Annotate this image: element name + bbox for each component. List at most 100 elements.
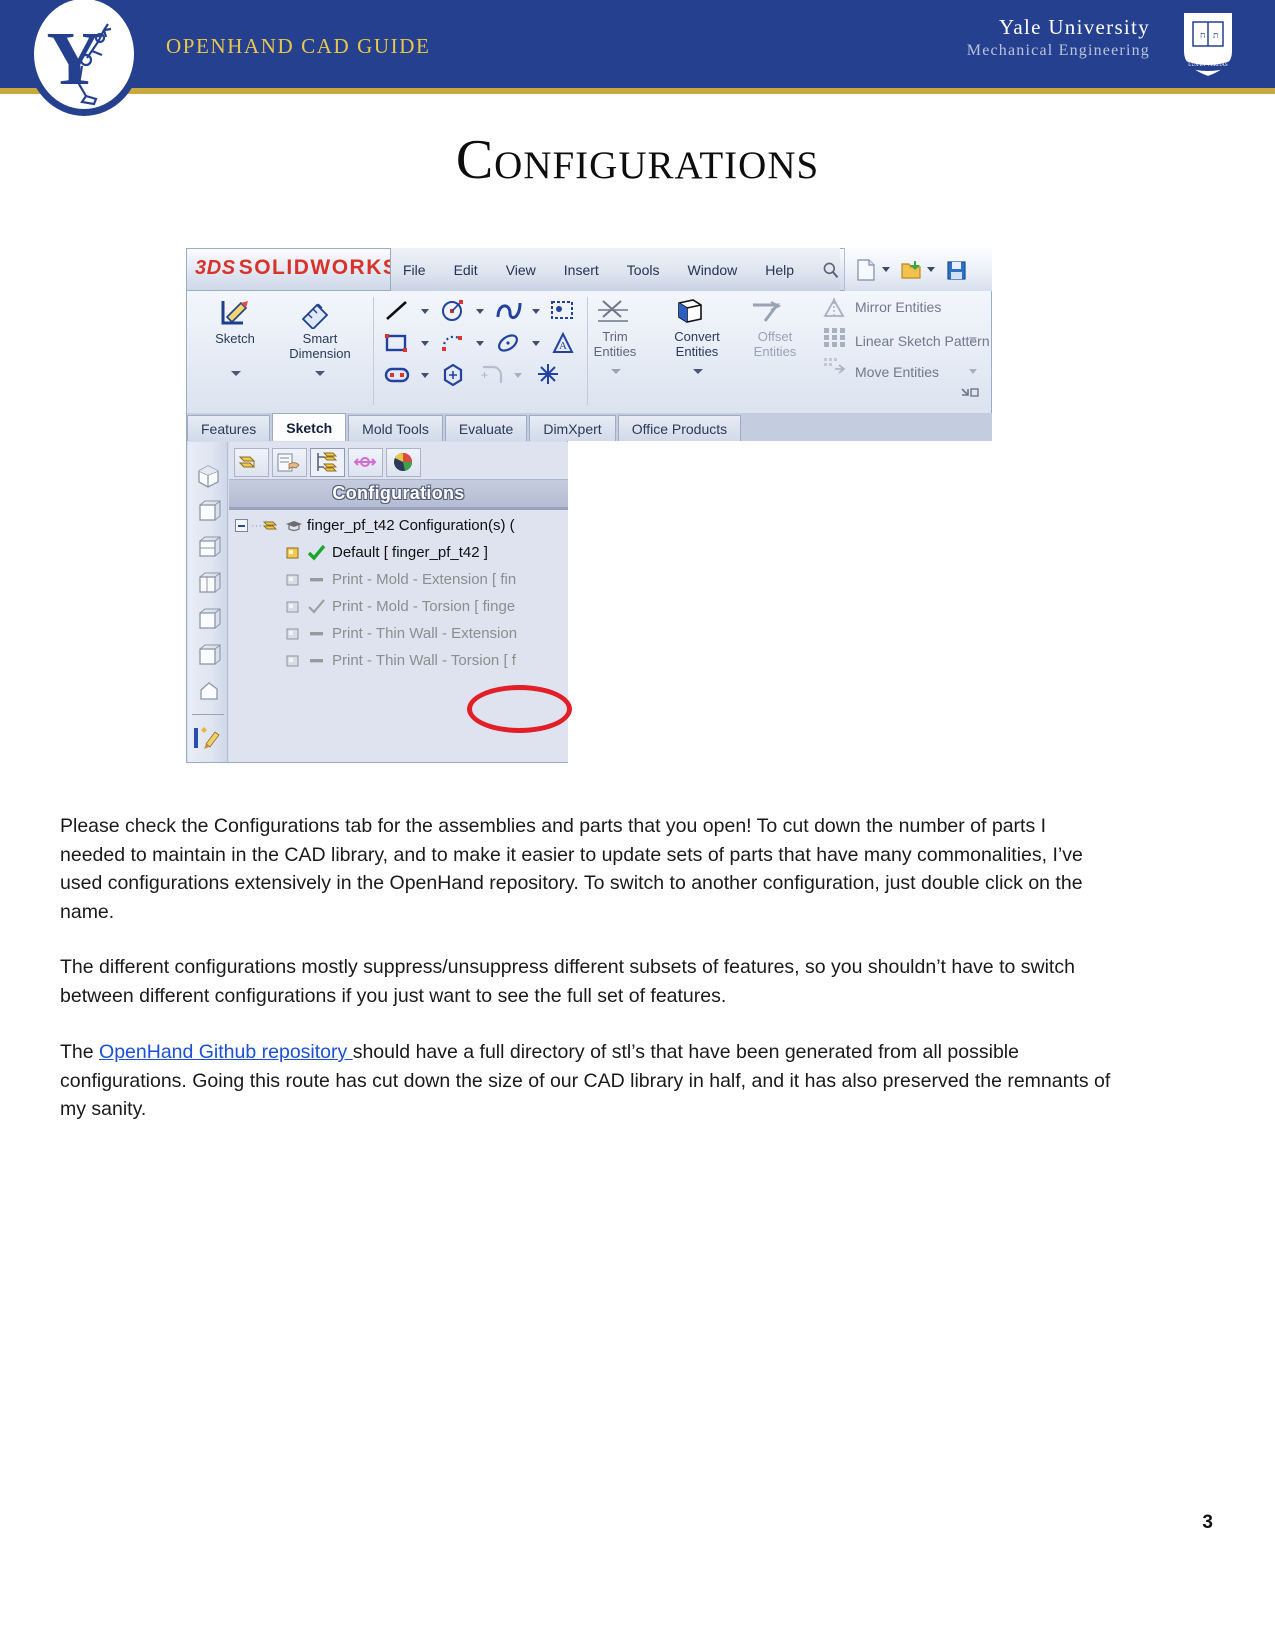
expand-ribbon-icon[interactable] (959, 386, 981, 406)
tab-features[interactable]: Features (187, 415, 271, 441)
openhand-github-link[interactable]: OpenHand Github repository (99, 1041, 353, 1063)
feature-manager-tab-icon[interactable] (234, 447, 269, 477)
property-manager-tab-icon[interactable] (272, 447, 307, 477)
rectangle-tool-dropdown-icon[interactable] (421, 341, 429, 346)
fillet-tool-icon[interactable]: + (477, 363, 507, 387)
display-manager-tab-icon[interactable] (386, 447, 421, 477)
spline-tool-icon[interactable] (494, 297, 524, 323)
rectangle-tool-icon[interactable] (383, 331, 411, 357)
new-document-dropdown-icon[interactable] (882, 267, 890, 272)
menu-item-edit[interactable]: Edit (454, 262, 478, 278)
trim-entities-button-label[interactable]: Trim Entities (579, 329, 651, 359)
right-view-icon[interactable] (195, 570, 222, 597)
configuration-manager-tab-icon[interactable] (310, 447, 345, 477)
smart-dimension-icon[interactable] (297, 297, 333, 329)
active-check-icon (307, 544, 326, 561)
view-orientation-toolbar[interactable] (188, 442, 228, 762)
convert-entities-icon[interactable] (671, 297, 707, 327)
smart-dimension-dropdown-icon[interactable] (315, 371, 325, 376)
move-entities-dropdown-icon[interactable] (969, 369, 977, 374)
solidworks-ribbon: Sketch Smart Dimension A + Trim Entities… (186, 291, 992, 413)
tree-item-label: Print - Thin Wall - Torsion [ f (332, 652, 516, 669)
tab-sketch[interactable]: Sketch (272, 413, 347, 441)
bottom-view-icon[interactable] (195, 642, 222, 669)
slot-tool-icon[interactable] (383, 363, 413, 387)
ellipse-tool-dropdown-icon[interactable] (532, 341, 540, 346)
tree-item-print-mold-torsion[interactable]: Print - Mold - Torsion [ finge (229, 593, 568, 620)
polygon-tool-icon[interactable] (439, 361, 467, 389)
linear-sketch-pattern-icon[interactable] (821, 325, 847, 349)
edit-sketch-icon[interactable] (192, 724, 222, 752)
tab-dimxpert[interactable]: DimXpert (529, 415, 616, 441)
paragraph-intro: Please check the Configurations tab for … (60, 815, 1083, 923)
arc-tool-dropdown-icon[interactable] (476, 341, 484, 346)
mirror-entities-icon[interactable] (821, 297, 847, 319)
save-icon[interactable] (945, 258, 967, 282)
paragraph-repository-pre: The (60, 1041, 100, 1063)
trim-entities-icon[interactable] (595, 297, 631, 327)
text-tool-icon[interactable]: A (549, 329, 577, 357)
tab-office-products[interactable]: Office Products (617, 415, 742, 441)
offset-entities-button-label[interactable]: Offset Entities (735, 329, 815, 359)
open-folder-dropdown-icon[interactable] (927, 267, 935, 272)
sketch-icon[interactable] (217, 297, 253, 329)
university-name: Yale University (999, 15, 1150, 39)
search-icon[interactable] (822, 259, 840, 281)
fillet-tool-dropdown-icon[interactable] (514, 373, 522, 378)
open-folder-icon[interactable] (900, 258, 922, 282)
isometric-view-icon[interactable] (195, 462, 222, 489)
offset-entities-icon[interactable] (747, 299, 787, 329)
dimxpert-manager-tab-icon[interactable] (348, 447, 383, 477)
sketch-picture-icon[interactable] (549, 298, 575, 322)
page-number: 3 (1202, 1512, 1213, 1533)
tab-mold-tools[interactable]: Mold Tools (348, 415, 443, 441)
convert-entities-button-label[interactable]: Convert Entities (657, 329, 737, 359)
menu-item-view[interactable]: View (506, 262, 536, 278)
slot-tool-dropdown-icon[interactable] (421, 373, 429, 378)
menu-item-help[interactable]: Help (765, 262, 794, 278)
collapse-icon[interactable] (235, 519, 248, 532)
solidworks-menu-bar[interactable]: File Edit View Insert Tools Window Help (390, 248, 840, 291)
new-document-icon[interactable] (855, 258, 877, 282)
sketch-dropdown-icon[interactable] (231, 371, 241, 376)
tree-item-label: Print - Thin Wall - Extension (332, 625, 518, 642)
mirror-entities-label[interactable]: Mirror Entities (855, 299, 941, 315)
page-title: Configurations (455, 129, 820, 191)
spline-tool-dropdown-icon[interactable] (532, 309, 540, 314)
menu-item-window[interactable]: Window (687, 262, 737, 278)
tree-item-print-thin-wall-torsion[interactable]: Print - Thin Wall - Torsion [ f (229, 647, 568, 674)
left-view-icon[interactable] (195, 534, 222, 561)
move-entities-icon[interactable] (821, 355, 847, 379)
line-tool-dropdown-icon[interactable] (421, 309, 429, 314)
configuration-item-icon (286, 547, 299, 558)
ellipse-tool-icon[interactable] (494, 329, 522, 357)
solidworks-command-tabs[interactable]: Features Sketch Mold Tools Evaluate DimX… (186, 413, 992, 441)
menu-item-insert[interactable]: Insert (564, 262, 599, 278)
convert-entities-line2: Entities (675, 344, 719, 359)
sketch-button-label[interactable]: Sketch (197, 331, 273, 346)
tree-item-print-thin-wall-extension[interactable]: Print - Thin Wall - Extension (229, 620, 568, 647)
line-tool-icon[interactable] (383, 299, 411, 323)
department-name: Mechanical Engineering (966, 42, 1150, 59)
tree-item-default[interactable]: Default [ finger_pf_t42 ] (229, 539, 568, 566)
quick-access-toolbar[interactable] (844, 248, 992, 291)
top-view-icon[interactable] (195, 606, 222, 633)
linear-sketch-pattern-dropdown-icon[interactable] (969, 337, 977, 342)
trim-entities-dropdown-icon[interactable] (611, 369, 621, 374)
move-entities-label[interactable]: Move Entities (855, 364, 939, 380)
point-tool-icon[interactable] (535, 361, 561, 387)
convert-entities-dropdown-icon[interactable] (693, 369, 703, 374)
tree-root-row[interactable]: ··· finger_pf_t42 Configuration(s) ( (229, 512, 568, 539)
normal-to-view-icon[interactable] (195, 678, 222, 705)
circle-tool-icon[interactable] (439, 297, 467, 323)
menu-item-file[interactable]: File (403, 262, 426, 278)
circle-tool-dropdown-icon[interactable] (476, 309, 484, 314)
header-institution: Yale University Mechanical Engineering (967, 14, 1150, 62)
feature-manager-tabs[interactable] (229, 446, 568, 478)
tab-evaluate[interactable]: Evaluate (444, 415, 528, 441)
smart-dimension-button-label[interactable]: Smart Dimension (277, 331, 363, 361)
tree-item-print-mold-extension[interactable]: Print - Mold - Extension [ fin (229, 566, 568, 593)
menu-item-tools[interactable]: Tools (627, 262, 660, 278)
arc-tool-icon[interactable] (439, 329, 467, 357)
front-view-icon[interactable] (195, 498, 222, 525)
